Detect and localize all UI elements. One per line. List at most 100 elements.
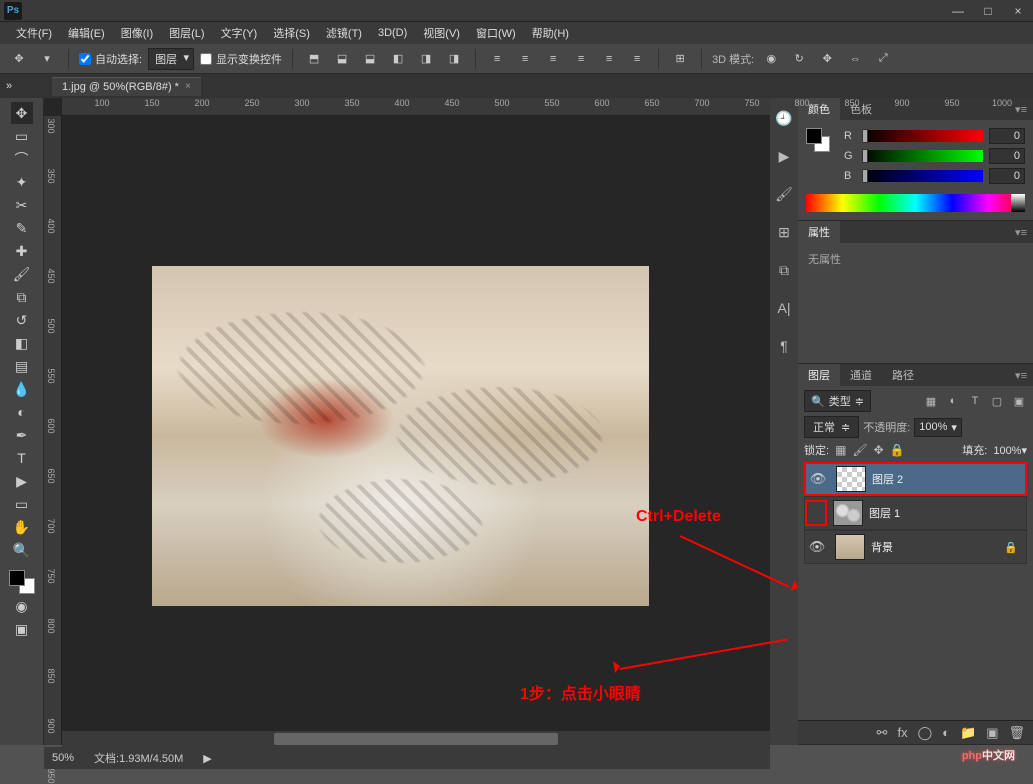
align-hcenter-icon[interactable]: ◨ xyxy=(415,48,437,70)
3d-zoom-icon[interactable]: ⤢ xyxy=(872,48,894,70)
menu-file[interactable]: 文件(F) xyxy=(8,23,60,43)
document-image[interactable] xyxy=(152,266,649,606)
g-value[interactable]: 0 xyxy=(989,148,1025,164)
hand-tool[interactable]: ✋ xyxy=(11,516,33,538)
menu-image[interactable]: 图像(I) xyxy=(113,23,161,43)
menu-window[interactable]: 窗口(W) xyxy=(468,23,524,43)
horizontal-ruler[interactable]: 1001502002503003504004505005506006507007… xyxy=(62,98,770,116)
tab-layers[interactable]: 图层 xyxy=(798,364,840,386)
3d-pan-icon[interactable]: ✥ xyxy=(816,48,838,70)
lock-position-icon[interactable]: ✥ xyxy=(874,443,884,457)
dodge-tool[interactable]: ◐ xyxy=(11,401,33,423)
lock-transparent-icon[interactable]: ▦ xyxy=(835,443,846,457)
eraser-tool[interactable]: ◧ xyxy=(11,332,33,354)
new-group-icon[interactable]: 📁 xyxy=(960,725,976,741)
brush-panel-icon[interactable]: 🖌 xyxy=(774,184,794,204)
path-selection-tool[interactable]: ▶ xyxy=(11,470,33,492)
panel-menu-icon[interactable]: ▾≡ xyxy=(1009,103,1033,116)
distribute-bottom-icon[interactable]: ≡ xyxy=(542,48,564,70)
3d-orbit-icon[interactable]: ◉ xyxy=(760,48,782,70)
align-right-icon[interactable]: ◨ xyxy=(443,48,465,70)
marquee-tool[interactable]: ▭ xyxy=(11,125,33,147)
layer-row[interactable]: 图层 1 xyxy=(804,496,1027,530)
distribute-vcenter-icon[interactable]: ≡ xyxy=(514,48,536,70)
type-tool[interactable]: T xyxy=(11,447,33,469)
filter-adjust-icon[interactable]: ◐ xyxy=(945,393,961,409)
panel-menu-icon[interactable]: ▾≡ xyxy=(1009,226,1033,239)
horizontal-scrollbar[interactable] xyxy=(62,731,770,747)
align-top-icon[interactable]: ⬒ xyxy=(303,48,325,70)
pen-tool[interactable]: ✒ xyxy=(11,424,33,446)
menu-layer[interactable]: 图层(L) xyxy=(161,23,212,43)
distribute-left-icon[interactable]: ≡ xyxy=(570,48,592,70)
menu-help[interactable]: 帮助(H) xyxy=(524,23,577,43)
3d-slide-icon[interactable]: ⇔ xyxy=(844,48,866,70)
blend-mode-select[interactable]: 正常≑ xyxy=(804,416,859,438)
auto-select-target[interactable]: 图层 xyxy=(148,48,194,70)
maximize-button[interactable]: □ xyxy=(973,1,1003,21)
layer-row[interactable]: 👁背景🔒 xyxy=(804,530,1027,564)
menu-edit[interactable]: 编辑(E) xyxy=(60,23,113,43)
visibility-eye-icon[interactable]: 👁 xyxy=(806,471,830,487)
screen-mode-tool[interactable]: ▣ xyxy=(11,618,33,640)
gradient-tool[interactable]: ▤ xyxy=(11,355,33,377)
menu-type[interactable]: 文字(Y) xyxy=(213,23,266,43)
color-swatches[interactable] xyxy=(7,568,37,594)
filter-pixel-icon[interactable]: ▦ xyxy=(923,393,939,409)
link-layers-icon[interactable]: ⚯ xyxy=(877,725,888,741)
distribute-right-icon[interactable]: ≡ xyxy=(626,48,648,70)
b-value[interactable]: 0 xyxy=(989,168,1025,184)
menu-3d[interactable]: 3D(D) xyxy=(370,25,415,41)
filter-type-icon[interactable]: T xyxy=(967,393,983,409)
layer-style-icon[interactable]: fx xyxy=(897,725,907,740)
rectangle-tool[interactable]: ▭ xyxy=(11,493,33,515)
visibility-eye-icon[interactable]: 👁 xyxy=(805,539,829,555)
new-fill-icon[interactable]: ◐ xyxy=(942,725,950,740)
tab-properties[interactable]: 属性 xyxy=(798,221,840,243)
align-left-icon[interactable]: ◧ xyxy=(387,48,409,70)
filter-shape-icon[interactable]: ▢ xyxy=(989,393,1005,409)
align-vcenter-icon[interactable]: ⬓ xyxy=(331,48,353,70)
brush-tool[interactable]: 🖌 xyxy=(11,263,33,285)
g-slider[interactable] xyxy=(862,150,983,162)
filter-smart-icon[interactable]: ▣ xyxy=(1011,393,1027,409)
b-slider[interactable] xyxy=(862,170,983,182)
foreground-color-swatch[interactable] xyxy=(9,570,25,586)
move-tool-icon[interactable]: ✥ xyxy=(8,48,30,70)
canvas-viewport[interactable] xyxy=(62,116,770,745)
layer-filter-kind[interactable]: 🔍类型≑ xyxy=(804,390,871,412)
visibility-eye-icon[interactable] xyxy=(805,500,827,526)
paragraph-panel-icon[interactable]: ¶ xyxy=(774,336,794,356)
move-tool[interactable]: ✥ xyxy=(11,102,33,124)
auto-select-checkbox[interactable]: 自动选择: xyxy=(79,51,142,67)
panel-fg-swatch[interactable] xyxy=(806,128,822,144)
lock-image-icon[interactable]: 🖌 xyxy=(852,443,867,457)
history-brush-tool[interactable]: ↺ xyxy=(11,309,33,331)
menu-select[interactable]: 选择(S) xyxy=(265,23,318,43)
panel-color-swatches[interactable] xyxy=(806,128,830,152)
clone-source-icon[interactable]: ⧉ xyxy=(774,260,794,280)
eyedropper-tool[interactable]: ✎ xyxy=(11,217,33,239)
r-value[interactable]: 0 xyxy=(989,128,1025,144)
layer-name[interactable]: 图层 2 xyxy=(872,471,1025,487)
layer-thumbnail[interactable] xyxy=(836,466,866,492)
status-arrow-icon[interactable]: ▶ xyxy=(203,752,211,765)
spectrum-ramp[interactable] xyxy=(806,194,1025,212)
layer-thumbnail[interactable] xyxy=(833,500,863,526)
healing-brush-tool[interactable]: ✚ xyxy=(11,240,33,262)
actions-panel-icon[interactable]: ▶ xyxy=(774,146,794,166)
close-button[interactable]: × xyxy=(1003,1,1033,21)
character-panel-icon[interactable]: A| xyxy=(774,298,794,318)
vertical-ruler[interactable]: 3003504004505005506006507007508008509009… xyxy=(44,116,62,745)
opacity-value[interactable]: 100%▾ xyxy=(914,418,962,437)
distribute-hcenter-icon[interactable]: ≡ xyxy=(598,48,620,70)
menu-view[interactable]: 视图(V) xyxy=(415,23,468,43)
expand-docs-icon[interactable]: » xyxy=(6,80,12,92)
menu-filter[interactable]: 滤镜(T) xyxy=(318,23,370,43)
lock-all-icon[interactable]: 🔒 xyxy=(890,443,905,457)
zoom-tool[interactable]: 🔍 xyxy=(11,539,33,561)
new-layer-icon[interactable]: ▣ xyxy=(986,725,998,741)
history-panel-icon[interactable]: 🕘 xyxy=(774,108,794,128)
layer-mask-icon[interactable]: ◯ xyxy=(918,725,933,741)
close-icon[interactable]: × xyxy=(185,81,191,92)
